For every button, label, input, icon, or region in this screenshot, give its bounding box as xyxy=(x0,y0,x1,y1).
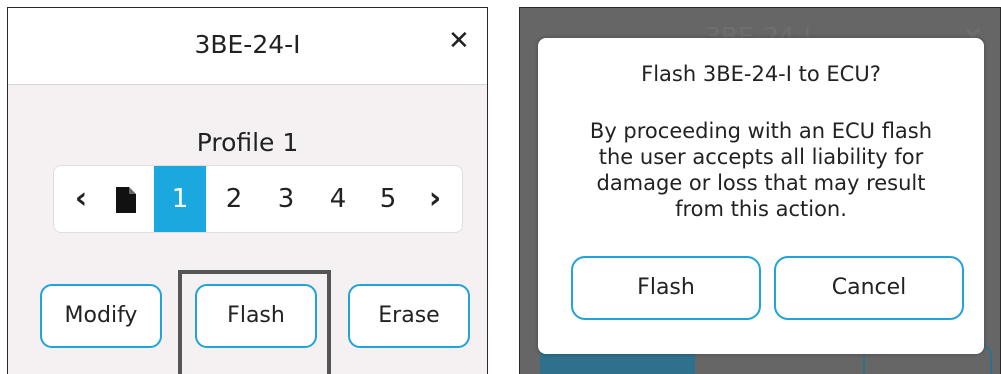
page-1-button[interactable]: 1 xyxy=(154,166,206,232)
dialog-flash-button[interactable]: Flash xyxy=(571,256,761,320)
chevron-left-icon[interactable]: ‹ xyxy=(62,166,100,232)
page-2-button[interactable]: 2 xyxy=(212,166,256,232)
flash-confirm-dialog: Flash 3BE-24-I to ECU? By proceeding wit… xyxy=(538,38,984,354)
profile-pager: ‹ 1 2 3 4 5 › xyxy=(53,165,463,233)
dialog-message: By proceeding with an ECU flash the user… xyxy=(558,118,964,222)
dialog-cancel-button[interactable]: Cancel xyxy=(774,256,964,320)
profile-label: Profile 1 xyxy=(196,128,299,157)
close-icon[interactable]: ✕ xyxy=(448,26,470,56)
erase-button[interactable]: Erase xyxy=(348,284,470,348)
dialog-message-line: By proceeding with an ECU flash xyxy=(589,119,933,143)
flash-highlight-box xyxy=(178,270,331,374)
page-5-button[interactable]: 5 xyxy=(366,166,410,232)
page-4-button[interactable]: 4 xyxy=(316,166,360,232)
panel-header: 3BE-24-I ✕ xyxy=(8,8,487,85)
dialog-message-line: damage or loss that may result xyxy=(596,171,926,195)
page-3-button[interactable]: 3 xyxy=(264,166,308,232)
panel-title: 3BE-24-I xyxy=(194,30,301,59)
modify-button[interactable]: Modify xyxy=(40,284,162,348)
dialog-title: Flash 3BE-24-I to ECU? xyxy=(641,62,881,86)
dialog-message-line: the user accepts all liability for xyxy=(598,145,924,169)
profile-panel: 3BE-24-I ✕ Profile 1 ‹ 1 2 3 4 5 › Modif… xyxy=(7,7,488,374)
dialog-message-line: from this action. xyxy=(675,197,847,221)
file-icon[interactable] xyxy=(106,166,146,232)
chevron-right-icon[interactable]: › xyxy=(416,166,454,232)
